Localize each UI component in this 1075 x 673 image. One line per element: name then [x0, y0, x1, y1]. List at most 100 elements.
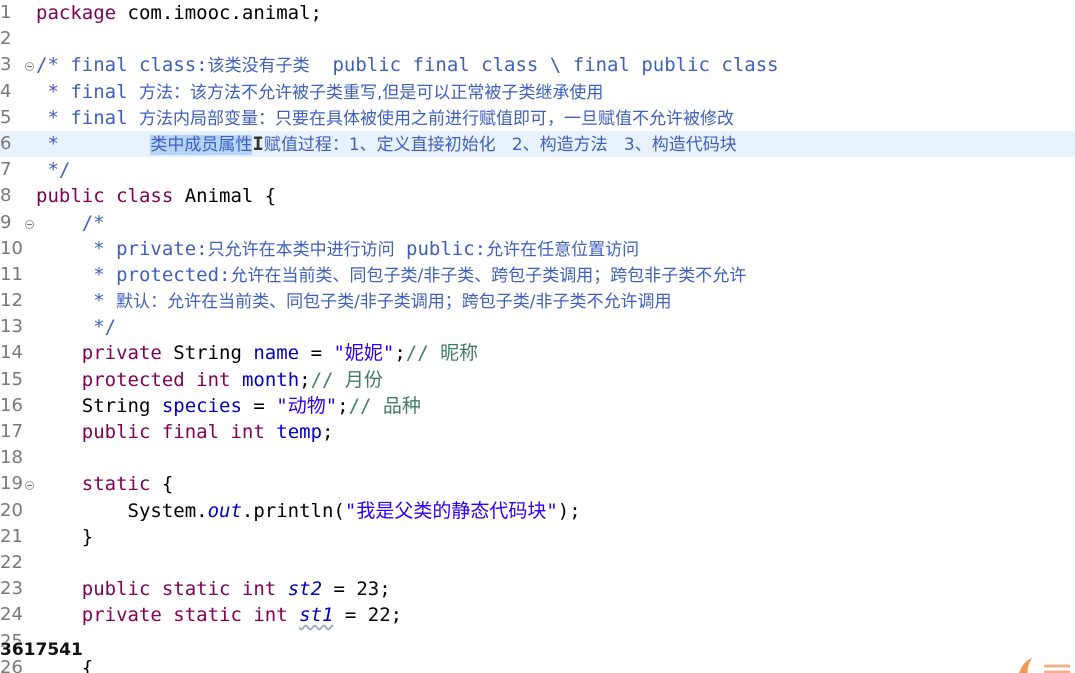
- code-line[interactable]: 14 private String name = "妮妮";// 昵称: [0, 340, 1075, 366]
- code-line[interactable]: 8 public class Animal {: [0, 183, 1075, 209]
- code-line[interactable]: 2: [0, 26, 1075, 52]
- code-line[interactable]: 5 * final 方法内局部变量：只要在具体被使用之前进行赋值即可，一旦赋值不…: [0, 105, 1075, 131]
- code-text[interactable]: * protected:允许在当前类、同包子类/非子类、跨包子类调用；跨包非子类…: [36, 262, 746, 289]
- code-token: = 23;: [322, 578, 391, 601]
- line-number: 1: [0, 2, 12, 23]
- line-number: 7: [0, 159, 12, 181]
- code-text[interactable]: * 类中成员属性I赋值过程：1、定义直接初始化 2、构造方法 3、构造代码块: [36, 131, 737, 158]
- line-number: 24: [0, 604, 23, 626]
- code-line[interactable]: 9 /*: [0, 210, 1075, 236]
- code-editor[interactable]: 1 package com.imooc.animal; 2 3/* final cla…: [0, 0, 1075, 673]
- code-token: 只允许在本类中进行访问: [207, 239, 395, 260]
- code-token: public class: [36, 185, 174, 208]
- code-text[interactable]: }: [36, 524, 93, 550]
- code-token: * final: [36, 80, 139, 103]
- code-text[interactable]: static {: [36, 471, 174, 497]
- code-line[interactable]: 19 static {: [0, 471, 1075, 497]
- code-lines[interactable]: 1 package com.imooc.animal; 2 3/* final cla…: [0, 0, 1075, 673]
- code-token: package: [36, 2, 117, 24]
- line-number: 13: [0, 316, 23, 338]
- code-text[interactable]: /* final class:该类没有子类 public final class…: [36, 52, 779, 79]
- code-token: 允许在当前类、同包子类/非子类、跨包子类调用；跨包非子类不允许: [230, 265, 747, 286]
- code-line[interactable]: 16 String species = "动物";// 品种: [0, 393, 1075, 419]
- fold-collapse-icon[interactable]: [25, 219, 34, 229]
- code-text[interactable]: System.out.println("我是父类的静态代码块");: [36, 498, 581, 524]
- code-token: // 品种: [348, 394, 421, 417]
- code-token: =: [299, 342, 334, 365]
- code-line[interactable]: 18: [0, 445, 1075, 471]
- code-line[interactable]: 26 {: [0, 655, 1075, 673]
- code-line[interactable]: 22: [0, 550, 1075, 576]
- code-text[interactable]: package com.imooc.animal;: [36, 0, 322, 26]
- code-token: String: [36, 394, 162, 417]
- code-token: temp: [276, 421, 323, 443]
- code-text[interactable]: */: [36, 314, 116, 340]
- code-token: 允许在任意位置访问: [486, 239, 640, 260]
- code-token: *: [36, 132, 151, 155]
- code-line[interactable]: 23 public static int st2 = 23;: [0, 576, 1075, 602]
- code-token: "动物": [276, 394, 338, 417]
- line-number: 20: [0, 499, 23, 521]
- line-number: 11: [0, 263, 23, 285]
- code-text[interactable]: */: [36, 157, 70, 183]
- code-text[interactable]: * final 方法：该方法不允许被子类重写,但是可以正常被子类继承使用: [36, 79, 603, 106]
- code-line[interactable]: 11 * protected:允许在当前类、同包子类/非子类、跨包子类调用；跨包…: [0, 262, 1075, 288]
- code-token: .println(: [241, 499, 345, 522]
- code-token: }: [36, 525, 94, 548]
- watermark-id: 3617541: [0, 640, 83, 660]
- code-text[interactable]: * 默认：允许在当前类、同包子类/非子类调用；跨包子类/非子类不允许调用: [36, 288, 671, 315]
- code-token: public final class \ final public class: [309, 54, 779, 77]
- code-text[interactable]: * final 方法内局部变量：只要在具体被使用之前进行赋值即可，一旦赋值不允许…: [36, 105, 734, 132]
- code-text[interactable]: * private:只允许在本类中进行访问 public:允许在任意位置访问: [36, 236, 639, 263]
- code-line[interactable]: 21 }: [0, 524, 1075, 550]
- code-token: ;: [299, 368, 311, 391]
- text-cursor-icon: I: [252, 132, 264, 155]
- code-text[interactable]: public class Animal {: [36, 183, 276, 209]
- code-line[interactable]: 24 private static int st1 = 22;: [0, 602, 1075, 628]
- code-token: ;: [322, 421, 334, 443]
- code-token: st1: [299, 604, 334, 627]
- code-line[interactable]: 12 * 默认：允许在当前类、同包子类/非子类调用；跨包子类/非子类不允许调用: [0, 288, 1075, 314]
- code-text[interactable]: String species = "动物";// 品种: [36, 393, 421, 419]
- line-number: 2: [0, 28, 12, 50]
- code-text[interactable]: /*: [36, 210, 105, 236]
- code-token: * private:: [36, 237, 208, 260]
- code-line[interactable]: 1 package com.imooc.animal;: [0, 0, 1075, 26]
- code-text[interactable]: protected int month;// 月份: [36, 367, 383, 393]
- code-text[interactable]: private static int st1 = 22;: [36, 602, 402, 628]
- code-line[interactable]: 20 System.out.println("我是父类的静态代码块");: [0, 498, 1075, 524]
- line-number: 12: [0, 290, 23, 312]
- code-line[interactable]: 25: [0, 629, 1075, 655]
- line-number: 14: [0, 342, 23, 364]
- code-token: name: [253, 342, 300, 365]
- code-line[interactable]: 6 * 类中成员属性I赋值过程：1、定义直接初始化 2、构造方法 3、构造代码块: [0, 130, 1075, 158]
- line-number: 10: [0, 237, 23, 259]
- code-token: st2: [287, 578, 323, 601]
- code-line[interactable]: 4 * final 方法：该方法不允许被子类重写,但是可以正常被子类继承使用: [0, 79, 1075, 105]
- code-token: = 22;: [333, 604, 403, 627]
- code-line[interactable]: 13 */: [0, 314, 1075, 340]
- code-text[interactable]: public final int temp;: [36, 419, 334, 445]
- line-number: 4: [0, 80, 12, 102]
- code-line[interactable]: 7 */: [0, 157, 1075, 183]
- code-token: {: [150, 473, 174, 496]
- code-line[interactable]: 3/* final class:该类没有子类 public final clas…: [0, 52, 1075, 78]
- line-number: 23: [0, 578, 23, 600]
- code-token: out: [207, 499, 242, 522]
- code-text[interactable]: public static int st2 = 23;: [36, 576, 391, 602]
- code-line[interactable]: 17 public final int temp;: [0, 419, 1075, 445]
- code-token: com.imooc.animal;: [116, 2, 322, 24]
- code-token: =: [241, 394, 277, 417]
- code-text[interactable]: private String name = "妮妮";// 昵称: [36, 340, 478, 366]
- code-token: public final int: [81, 421, 265, 443]
- code-line[interactable]: 15 protected int month;// 月份: [0, 367, 1075, 393]
- code-line[interactable]: 10 * private:只允许在本类中进行访问 public:允许在任意位置访…: [0, 236, 1075, 262]
- code-token: ;: [337, 394, 349, 417]
- code-token: "妮妮": [333, 342, 395, 365]
